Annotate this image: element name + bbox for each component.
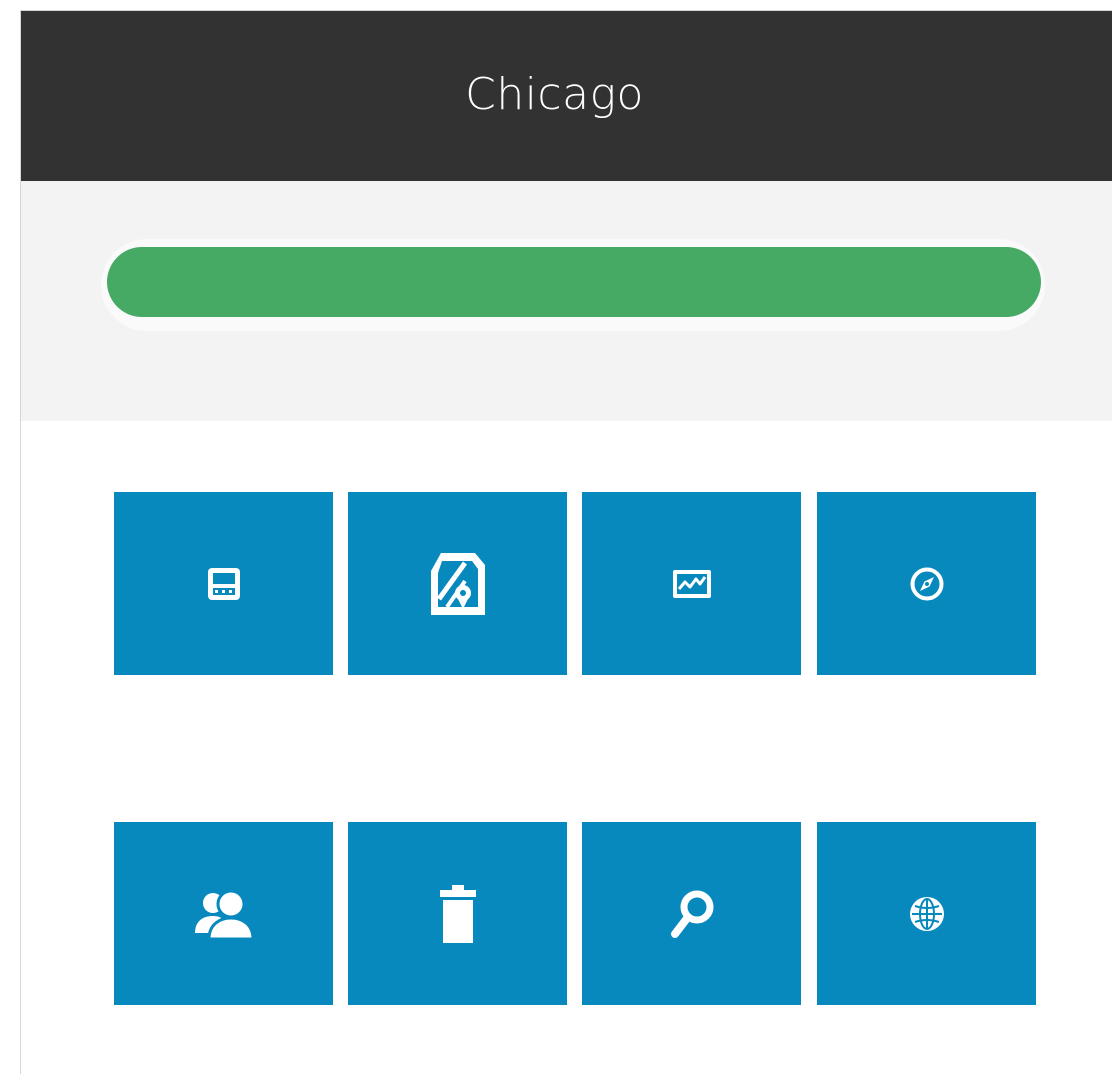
search-button[interactable] [582,822,801,1005]
progress-bar-fill [107,247,1041,317]
status-band [21,181,1112,421]
search-icon [670,890,713,938]
widget-screen-icon [207,567,240,600]
globe-button[interactable] [817,822,1036,1005]
chart-line-icon [672,569,711,598]
users-button[interactable] [114,822,333,1005]
page-title: Chicago [465,68,644,120]
widget-screen-button[interactable] [114,492,333,675]
trash-icon [439,884,476,943]
trash-button[interactable] [348,822,567,1005]
header: Chicago [21,11,1112,181]
chart-line-button[interactable] [582,492,801,675]
map-pin-button[interactable] [348,492,567,675]
map-pin-icon [430,552,485,615]
globe-icon [909,896,944,931]
compass-icon [910,567,943,600]
compass-button[interactable] [817,492,1036,675]
app-frame: Chicago [20,10,1112,1074]
users-icon [194,889,255,940]
